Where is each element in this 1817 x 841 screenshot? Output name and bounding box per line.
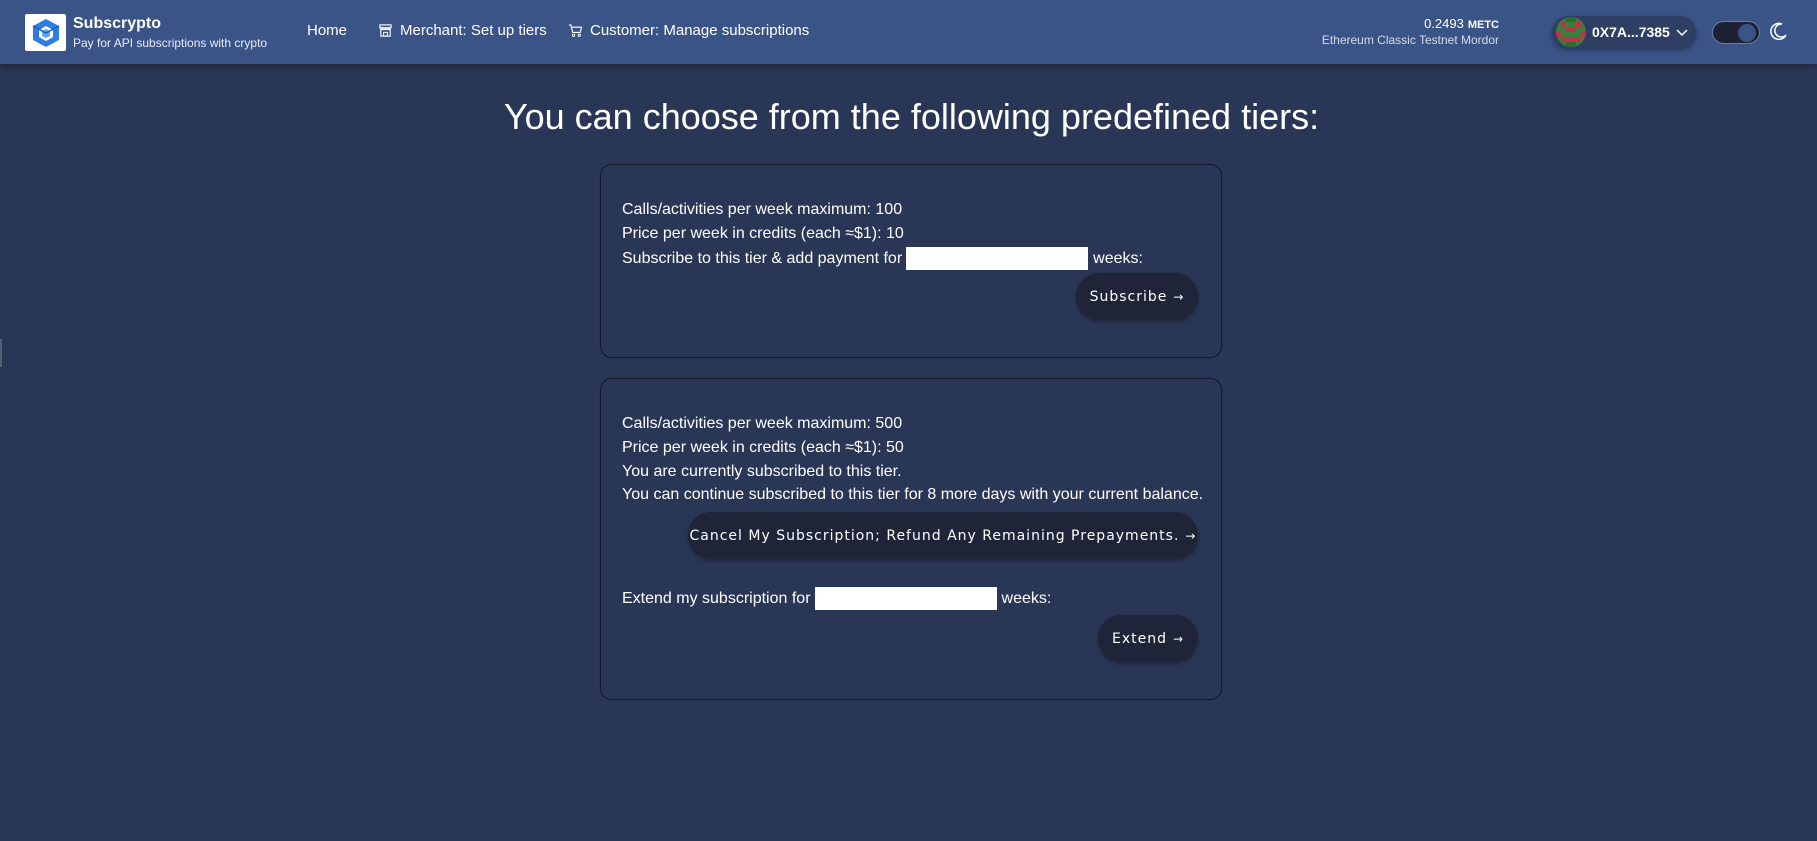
extend-weeks-row: Extend my subscription for weeks:	[622, 587, 1051, 610]
page-title: You can choose from the following predef…	[503, 96, 1320, 137]
nav-home-label: Home	[307, 22, 348, 39]
subscribe-weeks-row: Subscribe to this tier & add payment for…	[622, 247, 1143, 270]
nav-merchant-setup-tiers[interactable]: Merchant: Set up tiers	[378, 22, 547, 39]
tier-price-text: Price per week in credits (each ≈$1): 50	[622, 439, 904, 456]
theme-toggle[interactable]	[1712, 21, 1760, 44]
arrow-right-icon: →	[1185, 528, 1197, 543]
tier-card: Calls/activities per week maximum: 100 P…	[600, 164, 1222, 358]
tier-price-text: Price per week in credits (each ≈$1): 10	[622, 225, 904, 242]
balance-amount-row: 0.2493 METC	[1322, 16, 1499, 31]
balance-amount: 0.2493	[1424, 16, 1464, 31]
subscription-status-text: You are currently subscribed to this tie…	[622, 463, 902, 480]
nav-merchant-label: Merchant: Set up tiers	[400, 22, 547, 39]
cart-icon	[568, 24, 583, 37]
toggle-knob	[1738, 24, 1756, 42]
balance-unit: METC	[1467, 19, 1499, 31]
subscribe-button[interactable]: Subscribe →	[1076, 273, 1198, 320]
tier-card-subscribed: Calls/activities per week maximum: 500 P…	[600, 378, 1222, 700]
arrow-right-icon: →	[1173, 289, 1185, 304]
subscribe-button-label: Subscribe	[1089, 288, 1168, 305]
subscribe-suffix: weeks:	[1093, 249, 1143, 267]
subscription-remaining-text: You can continue subscribed to this tier…	[622, 486, 1204, 503]
top-navbar: Subscrypto Pay for API subscriptions wit…	[0, 0, 1817, 64]
nav-customer-manage-subscriptions[interactable]: Customer: Manage subscriptions	[568, 22, 809, 39]
wallet-balance: 0.2493 METC Ethereum Classic Testnet Mord…	[1322, 16, 1499, 47]
window-edge-handle	[0, 339, 2, 367]
brand-subtitle: Pay for API subscriptions with crypto	[73, 36, 268, 50]
nav-customer-label: Customer: Manage subscriptions	[590, 22, 810, 39]
account-address: 0X7A...7385	[1592, 24, 1670, 40]
tier-calls-text: Calls/activities per week maximum: 100	[622, 201, 903, 218]
chevron-down-icon	[1676, 29, 1688, 37]
account-button[interactable]: 0X7A...7385	[1552, 16, 1696, 48]
arrow-right-icon: →	[1172, 631, 1185, 646]
extend-weeks-input[interactable]	[814, 587, 997, 610]
tier-calls-text: Calls/activities per week maximum: 500	[622, 415, 903, 432]
extend-suffix: weeks:	[1001, 589, 1052, 607]
nav-home[interactable]: Home	[307, 22, 347, 39]
store-icon	[379, 24, 392, 37]
identicon-avatar	[1556, 17, 1586, 47]
extend-prefix: Extend my subscription for	[622, 589, 811, 607]
moon-icon	[1770, 22, 1787, 41]
subscribe-weeks-input[interactable]	[906, 247, 1089, 270]
network-name: Ethereum Classic Testnet Mordor	[1321, 33, 1499, 47]
extend-button[interactable]: Extend →	[1098, 615, 1198, 662]
cancel-subscription-button[interactable]: Cancel My Subscription; Refund Any Remai…	[688, 512, 1198, 559]
extend-button-label: Extend	[1111, 630, 1167, 647]
cancel-button-label: Cancel My Subscription; Refund Any Remai…	[689, 527, 1180, 544]
cube-logo-icon[interactable]	[25, 14, 66, 51]
subscribe-prefix: Subscribe to this tier & add payment for	[622, 249, 903, 267]
brand-title[interactable]: Subscrypto	[73, 15, 161, 33]
